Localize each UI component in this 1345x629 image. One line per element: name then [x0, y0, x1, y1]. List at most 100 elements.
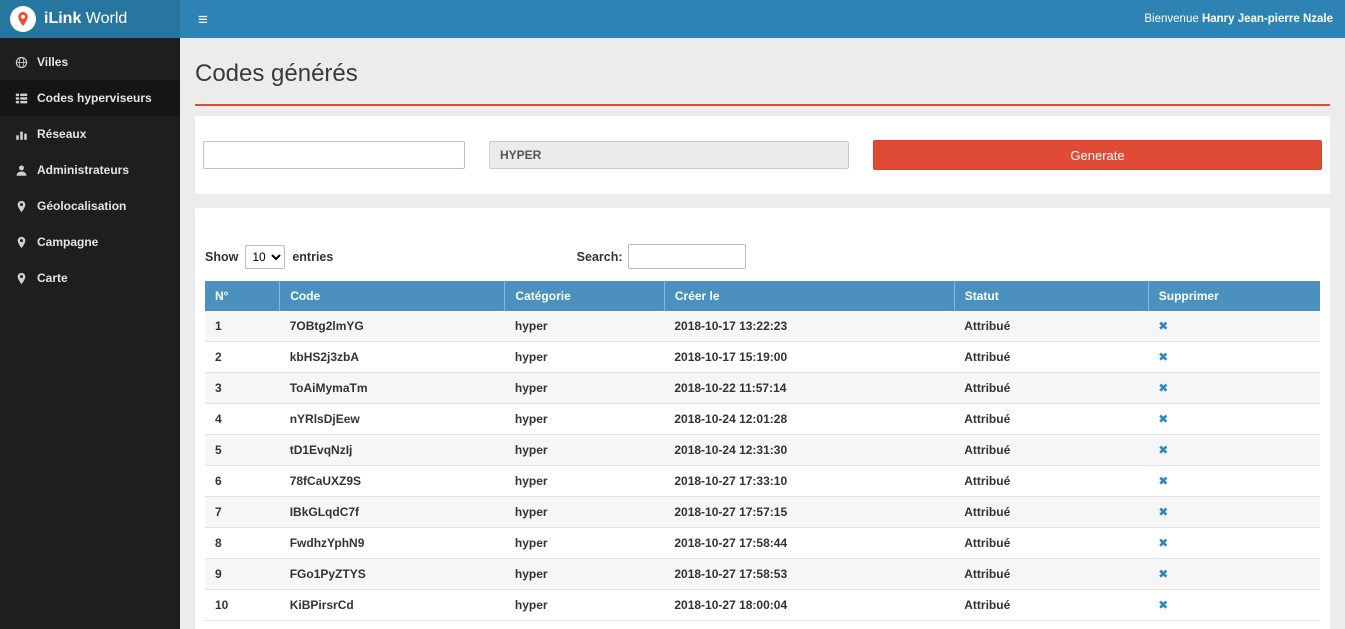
delete-icon[interactable]: ✖	[1158, 350, 1168, 364]
sidebar-toggle-button[interactable]: ≡	[192, 7, 214, 32]
map-marker-icon	[14, 236, 28, 249]
sidebar-item-label: Codes hyperviseurs	[37, 91, 152, 105]
row-number: 10	[205, 590, 280, 621]
table-body: 17OBtg2lmYGhyper2018-10-17 13:22:23Attri…	[205, 311, 1320, 621]
table-row: 678fCaUXZ9Shyper2018-10-27 17:33:10Attri…	[205, 466, 1320, 497]
sidebar-item-geolocalisation[interactable]: Géolocalisation	[0, 188, 180, 224]
delete-icon[interactable]: ✖	[1158, 443, 1168, 457]
delete-cell: ✖	[1148, 342, 1320, 373]
sidebar-item-campagne[interactable]: Campagne	[0, 224, 180, 260]
code-cell: kbHS2j3zbA	[280, 342, 505, 373]
sidebar-item-label: Carte	[37, 271, 68, 285]
delete-icon[interactable]: ✖	[1158, 381, 1168, 395]
generate-button[interactable]: Generate	[873, 140, 1322, 170]
column-header[interactable]: Code	[280, 281, 505, 311]
sidebar-item-label: Villes	[37, 55, 68, 69]
created-cell: 2018-10-27 17:57:15	[664, 497, 954, 528]
codes-table-panel: Show 10 entries Search: N°CodeCatégorieC…	[195, 208, 1330, 629]
status-cell: Attribué	[954, 435, 1148, 466]
category-cell: hyper	[505, 497, 664, 528]
row-number: 1	[205, 311, 280, 342]
bar-chart-icon	[14, 128, 28, 141]
sidebar-item-administrateurs[interactable]: Administrateurs	[0, 152, 180, 188]
brand-name-rest: World	[81, 10, 127, 27]
delete-cell: ✖	[1148, 559, 1320, 590]
status-cell: Attribué	[954, 311, 1148, 342]
row-number: 5	[205, 435, 280, 466]
list-icon	[14, 92, 28, 105]
brand-logo[interactable]: iLink World	[0, 0, 180, 38]
delete-cell: ✖	[1148, 590, 1320, 621]
column-header[interactable]: N°	[205, 281, 280, 311]
code-count-input[interactable]	[203, 141, 465, 169]
row-number: 4	[205, 404, 280, 435]
code-cell: 7OBtg2lmYG	[280, 311, 505, 342]
code-cell: IBkGLqdC7f	[280, 497, 505, 528]
table-row: 7IBkGLqdC7fhyper2018-10-27 17:57:15Attri…	[205, 497, 1320, 528]
created-cell: 2018-10-24 12:01:28	[664, 404, 954, 435]
sidebar-item-codes-hyperviseurs[interactable]: Codes hyperviseurs	[0, 80, 180, 116]
table-row: 2kbHS2j3zbAhyper2018-10-17 15:19:00Attri…	[205, 342, 1320, 373]
row-number: 6	[205, 466, 280, 497]
page-content: Codes générés Generate Show 10 entries S…	[180, 38, 1345, 629]
main-column: ≡ Bienvenue Hanry Jean-pierre Nzale Code…	[180, 0, 1345, 629]
user-icon	[14, 164, 28, 177]
column-header[interactable]: Catégorie	[505, 281, 664, 311]
delete-cell: ✖	[1148, 528, 1320, 559]
category-cell: hyper	[505, 404, 664, 435]
status-cell: Attribué	[954, 497, 1148, 528]
delete-icon[interactable]: ✖	[1158, 567, 1168, 581]
created-cell: 2018-10-27 18:00:04	[664, 590, 954, 621]
entries-label: entries	[292, 250, 333, 264]
map-marker-icon	[14, 272, 28, 285]
delete-icon[interactable]: ✖	[1158, 319, 1168, 333]
delete-cell: ✖	[1148, 404, 1320, 435]
sidebar-item-label: Campagne	[37, 235, 98, 249]
status-cell: Attribué	[954, 528, 1148, 559]
delete-cell: ✖	[1148, 373, 1320, 404]
category-cell: hyper	[505, 342, 664, 373]
column-header[interactable]: Créer le	[664, 281, 954, 311]
status-cell: Attribué	[954, 559, 1148, 590]
page-size-select[interactable]: 10	[245, 245, 285, 269]
row-number: 8	[205, 528, 280, 559]
topbar: ≡ Bienvenue Hanry Jean-pierre Nzale	[180, 0, 1345, 38]
brand-name: iLink World	[44, 10, 127, 28]
status-cell: Attribué	[954, 466, 1148, 497]
delete-icon[interactable]: ✖	[1158, 412, 1168, 426]
created-cell: 2018-10-27 17:33:10	[664, 466, 954, 497]
table-header-row: N°CodeCatégorieCréer leStatutSupprimer	[205, 281, 1320, 311]
row-number: 2	[205, 342, 280, 373]
sidebar-menu: Villes Codes hyperviseurs	[0, 38, 180, 296]
sidebar-item-villes[interactable]: Villes	[0, 44, 180, 80]
code-cell: tD1EvqNzIj	[280, 435, 505, 466]
globe-icon	[14, 56, 28, 69]
username: Hanry Jean-pierre Nzale	[1202, 13, 1333, 25]
delete-icon[interactable]: ✖	[1158, 474, 1168, 488]
table-row: 9FGo1PyZTYShyper2018-10-27 17:58:53Attri…	[205, 559, 1320, 590]
delete-icon[interactable]: ✖	[1158, 536, 1168, 550]
codes-table: N°CodeCatégorieCréer leStatutSupprimer 1…	[205, 281, 1320, 621]
row-number: 7	[205, 497, 280, 528]
welcome-prefix: Bienvenue	[1144, 13, 1198, 25]
delete-cell: ✖	[1148, 497, 1320, 528]
search-input[interactable]	[628, 244, 746, 269]
delete-icon[interactable]: ✖	[1158, 505, 1168, 519]
code-generator-panel: Generate	[195, 116, 1330, 194]
created-cell: 2018-10-27 17:58:53	[664, 559, 954, 590]
category-cell: hyper	[505, 559, 664, 590]
app-window: iLink World Villes	[0, 0, 1345, 629]
table-row: 10KiBPirsrCdhyper2018-10-27 18:00:04Attr…	[205, 590, 1320, 621]
row-number: 3	[205, 373, 280, 404]
sidebar: iLink World Villes	[0, 0, 180, 629]
code-cell: FwdhzYphN9	[280, 528, 505, 559]
sidebar-item-carte[interactable]: Carte	[0, 260, 180, 296]
column-header[interactable]: Supprimer	[1148, 281, 1320, 311]
title-divider	[195, 104, 1330, 106]
created-cell: 2018-10-17 13:22:23	[664, 311, 954, 342]
column-header[interactable]: Statut	[954, 281, 1148, 311]
delete-icon[interactable]: ✖	[1158, 598, 1168, 612]
sidebar-item-reseaux[interactable]: Réseaux	[0, 116, 180, 152]
status-cell: Attribué	[954, 373, 1148, 404]
category-input	[489, 141, 849, 169]
